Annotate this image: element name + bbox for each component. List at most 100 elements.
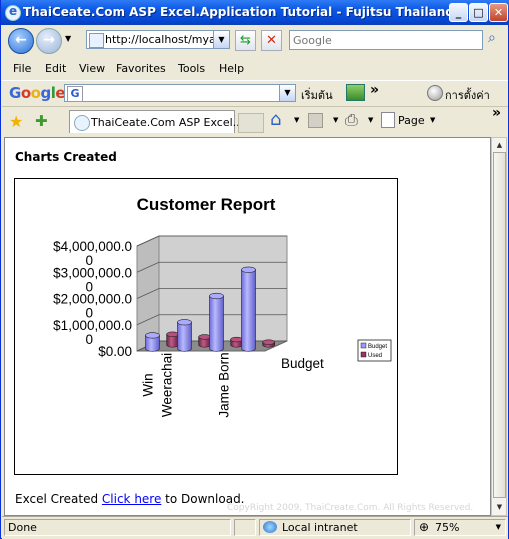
status-text: Done	[4, 519, 231, 536]
browser-window: ThaiCeate.Com ASP Excel.Application Tuto…	[0, 0, 509, 539]
add-favorites-icon[interactable]: ✚	[35, 112, 48, 130]
ie-icon	[5, 4, 21, 21]
legend-label: Used	[368, 353, 382, 359]
used-bar-4-top	[262, 339, 275, 345]
menu-view[interactable]: View	[79, 62, 105, 75]
google-start-button[interactable]: เริ่มต้น	[301, 86, 333, 104]
chart-container: Customer Report $4,000,000.0 0 $3,000,000.…	[14, 178, 398, 475]
used-bar-4	[262, 339, 275, 348]
title-bar[interactable]: ThaiCeate.Com ASP Excel.Application Tuto…	[1, 0, 509, 25]
menu-bar: File Edit View Favorites Tools Help	[2, 58, 508, 80]
budget-bar-4	[241, 266, 256, 352]
x-category-label: Jame Born	[217, 352, 232, 417]
y-tick-label: $3,000,000.0 0	[53, 265, 132, 294]
legend-label: Budget	[368, 344, 387, 350]
used-bar-3	[230, 336, 243, 348]
address-input[interactable]	[105, 32, 215, 47]
vertical-scrollbar[interactable]: ▲ ▼	[491, 137, 507, 516]
budget-bar-3-body	[209, 295, 224, 352]
home-icon[interactable]: ⌂	[270, 109, 281, 130]
search-box[interactable]	[289, 30, 483, 50]
menu-tools[interactable]: Tools	[178, 62, 205, 75]
status-bar: Done Local intranet ⊕ 75% ▼	[2, 516, 508, 539]
chart-plot-area	[136, 235, 288, 352]
menu-help[interactable]: Help	[219, 62, 244, 75]
feeds-icon[interactable]	[308, 113, 323, 128]
budget-bar-4-body	[241, 269, 256, 352]
toolbar-more-button[interactable]: »	[492, 105, 501, 121]
google-logo: Google	[9, 84, 66, 102]
forward-button[interactable]: →	[36, 28, 62, 54]
y-tick-label: $2,000,000.0 0	[53, 292, 132, 321]
print-icon[interactable]: ⎙	[345, 110, 358, 130]
settings-icon[interactable]	[427, 85, 443, 101]
search-input[interactable]	[293, 33, 479, 47]
stop-button[interactable]: ✕	[261, 30, 282, 51]
budget-bar-2-body	[177, 321, 192, 352]
scroll-thumb[interactable]	[493, 152, 506, 498]
zoom-dropdown-icon[interactable]: ▼	[496, 523, 501, 531]
budget-bar-1	[145, 332, 160, 352]
download-line: Excel Created Click here to Download.	[15, 492, 245, 506]
page-menu-button[interactable]: Page	[398, 114, 425, 127]
refresh-button[interactable]: ⇆	[235, 30, 256, 51]
scroll-up-arrow-icon[interactable]: ▲	[493, 138, 506, 153]
used-bar-1	[166, 331, 179, 348]
budget-bar-3-top	[209, 292, 224, 300]
home-dropdown-icon[interactable]: ▼	[294, 116, 299, 124]
recent-pages-dropdown-icon[interactable]: ▼	[65, 34, 71, 43]
menu-file[interactable]: File	[13, 62, 31, 75]
x-category-label: Weerachai	[160, 353, 175, 417]
chart-title: Customer Report	[137, 195, 276, 214]
feeds-dropdown-icon[interactable]: ▼	[333, 116, 338, 124]
budget-bar-4-top	[241, 266, 256, 273]
google-settings-button[interactable]: การตั้งค่า	[445, 86, 490, 104]
zoom-control[interactable]: ⊕ 75% ▼	[414, 519, 506, 536]
tab-ie-icon	[74, 115, 90, 131]
budget-bar-3	[209, 292, 224, 352]
menu-edit[interactable]: Edit	[45, 62, 66, 75]
download-link[interactable]: Click here	[102, 492, 161, 506]
page-dropdown-icon[interactable]: ▼	[430, 116, 435, 124]
address-bar[interactable]: ▼	[86, 30, 230, 49]
google-dropdown-icon[interactable]: ▼	[279, 85, 295, 101]
chart-y-axis: $4,000,000.0 0$3,000,000.0 0$2,000,000.0 0$…	[53, 239, 132, 359]
address-dropdown-icon[interactable]: ▼	[213, 31, 229, 48]
used-bar-1-top	[166, 331, 179, 338]
navigation-bar: ← → ▼ ▼ ⇆ ✕ ⌕	[2, 25, 508, 57]
minimize-button[interactable]: _	[449, 3, 468, 22]
close-button[interactable]: ✕	[489, 3, 508, 22]
zone-label: Local intranet	[282, 521, 358, 534]
budget-bar-2-top	[177, 319, 192, 326]
maximize-button[interactable]: □	[469, 3, 488, 22]
legend-swatch	[360, 351, 367, 358]
page-content: Charts Created Customer Report $4,000,00…	[4, 137, 491, 516]
google-g-icon[interactable]: G	[67, 86, 83, 102]
tab-active[interactable]: ThaiCeate.Com ASP Excel...	[69, 110, 243, 133]
zoom-level: 75%	[435, 521, 460, 534]
x-category-label: Win	[141, 373, 156, 396]
google-more-button[interactable]: »	[370, 82, 379, 98]
new-tab-button[interactable]	[238, 113, 264, 133]
google-search-box[interactable]: G ▼	[64, 84, 296, 102]
copyright-watermark: CopyRight 2009, ThaiCreate.Com. All Righ…	[227, 503, 474, 513]
y-tick-label: $1,000,000.0 0	[53, 318, 132, 347]
search-icon[interactable]: ⌕	[488, 30, 496, 46]
zoom-icon: ⊕	[419, 520, 430, 534]
image-search-icon[interactable]	[346, 84, 365, 101]
depth-axis-label: Budget	[281, 356, 324, 371]
tab-bar: ★ ✚ ThaiCeate.Com ASP Excel... ⌂ ▼ ▼ ⎙ ▼…	[2, 105, 508, 137]
menu-favorites[interactable]: Favorites	[116, 62, 166, 75]
print-dropdown-icon[interactable]: ▼	[368, 116, 373, 124]
favorites-star-icon[interactable]: ★	[9, 112, 23, 131]
status-cell-empty	[234, 519, 256, 536]
intranet-globe-icon	[263, 521, 277, 533]
used-bar-2	[198, 334, 211, 348]
back-button[interactable]: ←	[8, 28, 34, 54]
status-zone: Local intranet	[259, 519, 411, 536]
footer-text-before: Excel Created	[15, 492, 102, 506]
tab-label: ThaiCeate.Com ASP Excel...	[91, 116, 244, 129]
scroll-down-arrow-icon[interactable]: ▼	[493, 500, 506, 515]
window-title: ThaiCeate.Com ASP Excel.Application Tuto…	[23, 5, 454, 19]
page-menu-icon[interactable]	[381, 112, 395, 128]
